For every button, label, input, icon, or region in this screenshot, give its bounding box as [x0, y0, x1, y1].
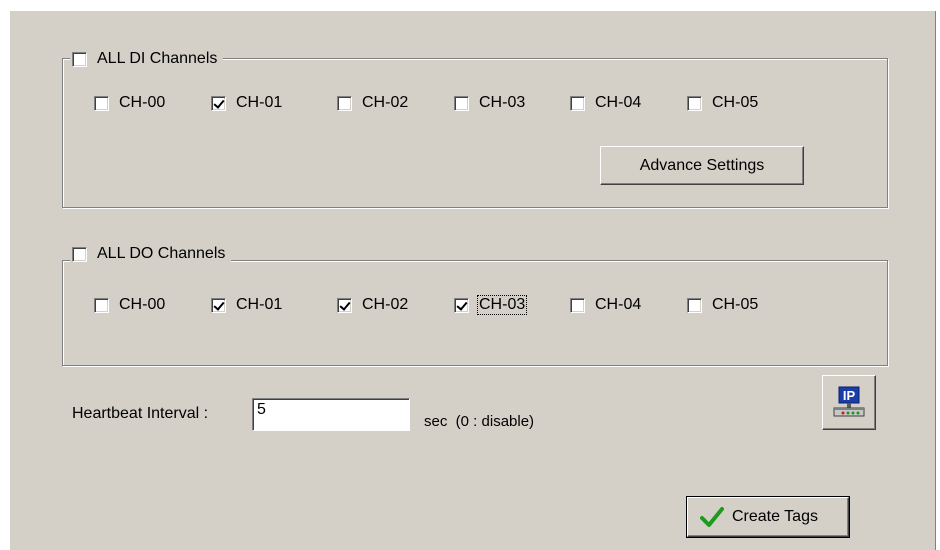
- all-di-channels-checkbox[interactable]: ALL DI Channels: [70, 48, 224, 70]
- ip-config-button[interactable]: IP: [822, 375, 876, 430]
- all-do-label: ALL DO Channels: [97, 245, 226, 262]
- di-channel-ch05[interactable]: CH-05: [687, 92, 758, 114]
- do-channel-ch03[interactable]: CH-03: [454, 294, 528, 316]
- di-channel-ch02[interactable]: CH-02: [337, 92, 408, 114]
- heartbeat-interval-input[interactable]: 5: [252, 398, 410, 431]
- checkmark-icon: [700, 507, 724, 527]
- all-do-channels-checkbox[interactable]: ALL DO Channels: [70, 243, 232, 265]
- di-ch00-checkbox[interactable]: [94, 95, 109, 111]
- do-channel-ch01[interactable]: CH-01: [211, 294, 282, 316]
- all-do-checkbox-box[interactable]: [72, 246, 87, 262]
- do-ch05-checkbox[interactable]: [687, 297, 702, 313]
- advance-settings-button[interactable]: Advance Settings: [600, 146, 804, 185]
- all-di-label: ALL DI Channels: [97, 50, 218, 67]
- di-ch01-checkbox[interactable]: [211, 95, 226, 111]
- do-channel-ch00[interactable]: CH-00: [94, 294, 165, 316]
- ip-network-icon: IP: [833, 386, 865, 416]
- settings-panel: ALL DI Channels CH-00 CH-01 CH-02 CH-03 …: [9, 10, 936, 550]
- heartbeat-unit-hint: sec (0 : disable): [424, 413, 535, 430]
- di-channels-group: [62, 58, 888, 208]
- do-ch01-checkbox[interactable]: [211, 297, 226, 313]
- do-channel-ch04[interactable]: CH-04: [570, 294, 641, 316]
- create-tags-label: Create Tags: [732, 508, 818, 525]
- di-ch02-checkbox[interactable]: [337, 95, 352, 111]
- do-ch02-checkbox[interactable]: [337, 297, 352, 313]
- all-di-checkbox-box[interactable]: [72, 51, 87, 67]
- do-ch00-checkbox[interactable]: [94, 297, 109, 313]
- di-ch03-checkbox[interactable]: [454, 95, 469, 111]
- do-channel-ch05[interactable]: CH-05: [687, 294, 758, 316]
- do-ch04-checkbox[interactable]: [570, 297, 585, 313]
- di-ch05-checkbox[interactable]: [687, 95, 702, 111]
- do-channel-ch02[interactable]: CH-02: [337, 294, 408, 316]
- di-channel-ch00[interactable]: CH-00: [94, 92, 165, 114]
- create-tags-button[interactable]: Create Tags: [686, 496, 850, 538]
- di-channel-ch04[interactable]: CH-04: [570, 92, 641, 114]
- do-ch03-checkbox[interactable]: [454, 297, 469, 313]
- svg-text:IP: IP: [843, 388, 856, 403]
- heartbeat-interval-label: Heartbeat Interval :: [72, 405, 209, 422]
- di-channel-ch03[interactable]: CH-03: [454, 92, 525, 114]
- di-ch04-checkbox[interactable]: [570, 95, 585, 111]
- di-channel-ch01[interactable]: CH-01: [211, 92, 282, 114]
